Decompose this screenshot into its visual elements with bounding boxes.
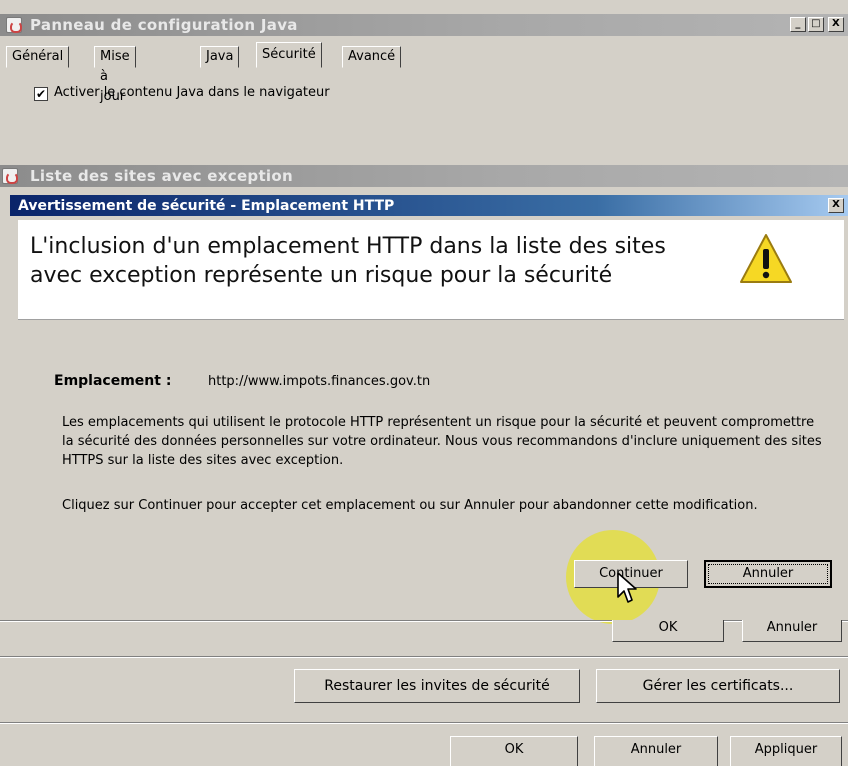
java-icon — [6, 17, 22, 33]
tab-security[interactable]: Sécurité — [256, 42, 322, 68]
exception-list-title-bar: Liste des sites avec exception — [0, 165, 848, 187]
warning-triangle-icon — [740, 234, 792, 283]
main-window-title: Panneau de configuration Java — [30, 16, 298, 34]
warning-dialog-title: Avertissement de sécurité - Emplacement … — [18, 198, 395, 214]
tab-java[interactable]: Java — [200, 46, 240, 68]
tab-updates[interactable]: Mise à jour — [94, 46, 136, 104]
warning-dialog-title-bar: Avertissement de sécurité - Emplacement … — [10, 195, 848, 217]
warning-paragraph-1: Les emplacements qui utilisent le protoc… — [62, 415, 822, 468]
warning-paragraph-2: Cliquez sur Continuer pour accepter cet … — [62, 498, 758, 513]
java-icon — [2, 168, 18, 184]
location-url: http://www.impots.finances.gov.tn — [208, 374, 431, 389]
location-label: Emplacement : — [54, 373, 172, 389]
main-window-title-bar: Panneau de configuration Java _ □ X — [0, 14, 848, 36]
tab-general[interactable]: Général — [6, 46, 70, 68]
ok-button[interactable]: OK — [450, 736, 578, 766]
mouse-pointer-icon — [617, 572, 637, 603]
close-button[interactable]: X — [828, 17, 844, 32]
enable-java-label: Activer le contenu Java dans le navigate… — [54, 85, 330, 100]
apply-button[interactable]: Appliquer — [730, 736, 842, 766]
manage-certificates-button[interactable]: Gérer les certificats... — [596, 669, 840, 703]
tab-advanced[interactable]: Avancé — [342, 46, 402, 68]
exception-cancel-button[interactable]: Annuler — [742, 620, 842, 642]
warning-headline: L'inclusion d'un emplacement HTTP dans l… — [30, 234, 666, 288]
exception-ok-button[interactable]: OK — [612, 620, 724, 642]
exception-list-title: Liste des sites avec exception — [30, 167, 293, 185]
maximize-button[interactable]: □ — [808, 17, 824, 32]
cancel-button[interactable]: Annuler — [704, 560, 832, 588]
minimize-button[interactable]: _ — [790, 17, 806, 32]
separator — [0, 722, 848, 724]
separator — [0, 656, 848, 658]
main-cancel-button[interactable]: Annuler — [594, 736, 718, 766]
restore-prompts-button[interactable]: Restaurer les invites de sécurité — [294, 669, 580, 703]
enable-java-checkbox[interactable]: ✔ — [34, 87, 48, 101]
warning-dialog-close-button[interactable]: X — [828, 198, 844, 213]
